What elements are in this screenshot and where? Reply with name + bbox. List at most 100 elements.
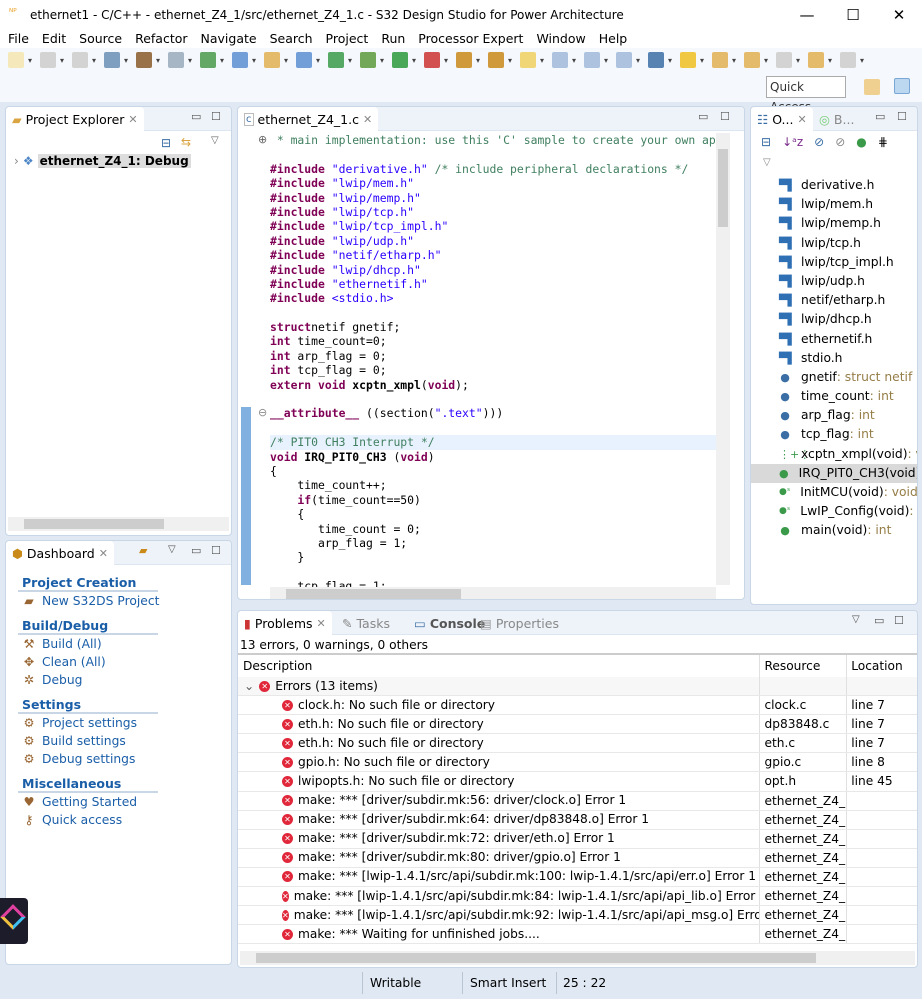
outline-item[interactable]: ● gnetif : struct netif (751, 368, 917, 387)
collapse-all-icon[interactable]: ⊟ (161, 136, 171, 150)
new-cpp-project-icon[interactable] (232, 52, 248, 68)
table-row[interactable]: ✕ gpio.h: No such file or directory gpio.c… (238, 753, 917, 773)
expand-chevron-icon[interactable]: › (14, 154, 19, 168)
dropdown-arrow-icon[interactable]: ▾ (380, 56, 388, 65)
horizontal-scrollbar[interactable] (8, 517, 229, 531)
last-edit-icon[interactable] (776, 52, 792, 68)
tab-build-targets[interactable]: ◎ B... (813, 107, 860, 131)
collapse-all-icon[interactable]: ⊟ (761, 135, 771, 149)
dashboard-link[interactable]: ▰ New S32DS Project (22, 592, 231, 610)
table-row[interactable]: ✕ make: *** [driver/subdir.mk:80: driver/… (238, 848, 917, 868)
table-row[interactable]: ✕ clock.h: No such file or directory clock… (238, 696, 917, 716)
close-tab-icon[interactable]: ✕ (797, 113, 806, 126)
column-location[interactable]: Location (847, 655, 917, 677)
expand-fold-icon[interactable]: ⊕ (258, 133, 267, 146)
binary-icon[interactable] (168, 52, 184, 68)
lightning-icon[interactable] (680, 52, 696, 68)
close-button[interactable]: ✕ (876, 4, 922, 26)
dashboard-link[interactable]: ⚙ Debug settings (22, 750, 231, 768)
collapse-tree-icon[interactable]: ▽ (763, 157, 771, 168)
column-resource[interactable]: Resource (760, 655, 848, 677)
skip-breakpoints-icon[interactable] (648, 52, 664, 68)
new-project-toolbar-icon[interactable]: ▰ (139, 544, 147, 557)
external-tools-icon[interactable] (424, 52, 440, 68)
dashboard-link[interactable]: ⚷ Quick access (22, 811, 231, 829)
dropdown-arrow-icon[interactable]: ▾ (508, 56, 516, 65)
dashboard-link[interactable]: ⚙ Build settings (22, 732, 231, 750)
hide-macros-icon[interactable]: ⋕ (878, 135, 888, 149)
hide-static-icon[interactable]: ⊘ (835, 135, 845, 149)
table-row[interactable]: ✕ make: *** [lwip-1.4.1/src/api/subdir.mk… (238, 867, 917, 888)
prev-annotation-icon[interactable] (744, 52, 760, 68)
cpp-perspective-icon[interactable] (894, 78, 910, 94)
outline-item[interactable]: ● time_count : int (751, 387, 917, 406)
tab-problems[interactable]: ▮ Problems ✕ (238, 611, 332, 635)
menu-search[interactable]: Search (262, 30, 318, 48)
outline-item[interactable]: ● tcp_flag : int (751, 425, 917, 444)
column-description[interactable]: Description (238, 655, 761, 677)
dashboard-link[interactable]: ♥ Getting Started (22, 793, 231, 811)
table-row[interactable]: ✕ lwipopts.h: No such file or directory op… (238, 772, 917, 792)
table-row[interactable]: ✕ make: *** Waiting for unfinished jobs..… (238, 925, 917, 945)
link-editor-icon[interactable]: ⇆ (181, 135, 191, 149)
outline-item[interactable]: ●ˢ LwIP_Config(void) : void (751, 502, 917, 521)
minimize-panel-icon[interactable]: ▭ (875, 110, 885, 123)
dropdown-arrow-icon[interactable]: ▾ (796, 56, 804, 65)
hide-nonpublic-icon[interactable]: ● (856, 135, 866, 149)
close-tab-icon[interactable]: ✕ (363, 113, 372, 126)
table-row[interactable]: ✕ eth.h: No such file or directory dp83848… (238, 715, 917, 735)
dropdown-arrow-icon[interactable]: ▾ (60, 56, 68, 65)
view-menu-icon[interactable]: ▽ (168, 544, 176, 555)
table-row[interactable]: ✕ make: *** [driver/subdir.mk:56: driver/… (238, 791, 917, 811)
dropdown-arrow-icon[interactable]: ▾ (28, 56, 36, 65)
debug-icon[interactable] (360, 52, 376, 68)
outline-item[interactable]: ▀▌ stdio.h (751, 349, 917, 368)
tab-project-explorer[interactable]: ▰ Project Explorer ✕ (6, 107, 144, 131)
maximize-panel-icon[interactable]: ☐ (894, 614, 904, 627)
menu-processor-expert[interactable]: Processor Expert (410, 30, 528, 48)
minimize-panel-icon[interactable]: ▭ (698, 110, 708, 123)
close-tab-icon[interactable]: ✕ (317, 617, 326, 630)
dropdown-arrow-icon[interactable]: ▾ (124, 56, 132, 65)
toggle-block-icon[interactable] (552, 52, 568, 68)
menu-help[interactable]: Help (591, 30, 633, 48)
outline-item[interactable]: ▀▌ lwip/udp.h (751, 272, 917, 291)
menu-file[interactable]: File (0, 30, 34, 48)
dashboard-link[interactable]: ✥ Clean (All) (22, 653, 231, 671)
outline-item[interactable]: ⋮+⋮xcptn_xmpl(void) : void (751, 445, 917, 464)
dropdown-arrow-icon[interactable]: ▾ (476, 56, 484, 65)
code-editor[interactable]: * main implementation: use this 'C' samp… (270, 133, 716, 593)
forward-icon[interactable] (840, 52, 856, 68)
new-class-icon[interactable] (328, 52, 344, 68)
menu-run[interactable]: Run (373, 30, 410, 48)
run-icon[interactable] (392, 52, 408, 68)
tab-tasks[interactable]: ✎ Tasks (336, 611, 396, 635)
dropdown-arrow-icon[interactable]: ▾ (828, 56, 836, 65)
open-type-icon[interactable] (456, 52, 472, 68)
dropdown-arrow-icon[interactable]: ▾ (252, 56, 260, 65)
new-icon[interactable] (8, 52, 24, 68)
dropdown-arrow-icon[interactable]: ▾ (700, 56, 708, 65)
search-icon[interactable] (488, 52, 504, 68)
dropdown-arrow-icon[interactable]: ▾ (188, 56, 196, 65)
collapse-chevron-icon[interactable]: ⌄ (244, 677, 254, 695)
dropdown-arrow-icon[interactable]: ▾ (572, 56, 580, 65)
outline-item[interactable]: ▀▌ netif/etharp.h (751, 291, 917, 310)
build-config-icon[interactable] (104, 52, 120, 68)
menu-project[interactable]: Project (318, 30, 374, 48)
quick-access-input[interactable]: Quick Access (766, 76, 846, 114)
dropdown-arrow-icon[interactable]: ▾ (540, 56, 548, 65)
horizontal-scrollbar[interactable] (240, 951, 915, 965)
dropdown-arrow-icon[interactable]: ▾ (284, 56, 292, 65)
dropdown-arrow-icon[interactable]: ▾ (604, 56, 612, 65)
dropdown-arrow-icon[interactable]: ▾ (636, 56, 644, 65)
mark-occurrences-icon[interactable] (520, 52, 536, 68)
close-tab-icon[interactable]: ✕ (99, 547, 108, 560)
dropdown-arrow-icon[interactable]: ▾ (316, 56, 324, 65)
build-icon[interactable] (136, 52, 152, 68)
dashboard-link[interactable]: ✲ Debug (22, 671, 231, 689)
save-all-icon[interactable] (72, 52, 88, 68)
dropdown-arrow-icon[interactable]: ▾ (92, 56, 100, 65)
outline-item[interactable]: ▀▌ lwip/memp.h (751, 214, 917, 233)
new-source-icon[interactable] (296, 52, 312, 68)
